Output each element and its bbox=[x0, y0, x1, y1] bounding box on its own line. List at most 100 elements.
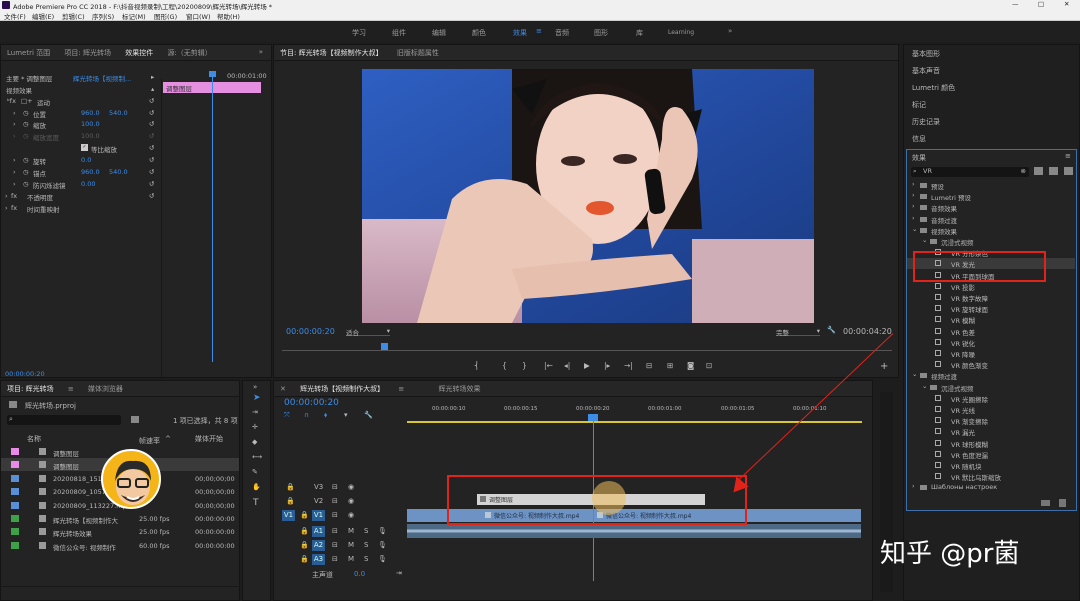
tab-project[interactable]: 项目: 辉光转场 bbox=[1, 381, 60, 396]
expand-icon[interactable]: › bbox=[13, 120, 16, 128]
stopwatch-icon[interactable]: ◷ bbox=[23, 109, 29, 117]
solo-icon[interactable]: S bbox=[364, 541, 368, 549]
chevron-down-icon[interactable]: ⌄ bbox=[912, 370, 917, 378]
chevron-down-icon[interactable]: ⌄ bbox=[912, 225, 917, 233]
razor-icon[interactable]: ◆ bbox=[252, 438, 257, 446]
prop-value[interactable]: 0.0 bbox=[81, 156, 91, 164]
add-marker-icon[interactable]: ⬧ bbox=[324, 411, 327, 420]
tab-effect-controls[interactable]: 效果控件 bbox=[119, 45, 159, 60]
reset-icon[interactable]: ↺ bbox=[149, 168, 154, 176]
mark-out2-icon[interactable]: } bbox=[522, 361, 527, 370]
program-playhead-icon[interactable] bbox=[381, 343, 388, 350]
project-list-item[interactable]: 辉光转场【视频制作大 25.00 fps 00:00:00:00 bbox=[1, 512, 239, 525]
hamburger-icon[interactable]: ≡ bbox=[536, 27, 542, 35]
mark-out-icon[interactable]: { bbox=[502, 361, 507, 370]
wrench-icon[interactable]: 🔧 bbox=[827, 326, 836, 334]
marker-icon[interactable]: ▾ bbox=[344, 411, 348, 419]
sync-lock-icon[interactable]: ⊟ bbox=[332, 541, 338, 549]
track-a1[interactable]: 🔒 A1 ⊟ M S 🎙 bbox=[274, 525, 407, 538]
track-a3[interactable]: 🔒 A3 ⊟ M S 🎙 bbox=[274, 553, 407, 566]
effect-item[interactable]: VR 渐变擦除 bbox=[907, 415, 1075, 426]
clip-sequence-label[interactable]: 辉光转场【视频制... bbox=[73, 73, 131, 83]
timeline-settings-icon[interactable]: 🔧 bbox=[364, 411, 373, 419]
chevron-right-icon[interactable]: › bbox=[912, 191, 915, 199]
expand-icon[interactable]: › bbox=[13, 156, 16, 164]
menu-graphics[interactable]: 图形(G) bbox=[154, 11, 177, 21]
scroll-up-icon[interactable]: ▴ bbox=[151, 85, 154, 93]
tab-program[interactable]: 节目: 辉光转场【视频制作大叔】 bbox=[274, 45, 389, 60]
type-tool-icon[interactable]: T bbox=[253, 498, 259, 508]
menu-window[interactable]: 窗口(W) bbox=[186, 11, 211, 21]
sync-lock-icon[interactable]: ⊟ bbox=[332, 483, 338, 491]
minimize-button[interactable]: — bbox=[1012, 0, 1019, 8]
effect-item[interactable]: VR 随机块 bbox=[907, 460, 1075, 471]
track-lock-icon[interactable]: 🔒 bbox=[300, 541, 309, 549]
label-color-swatch[interactable] bbox=[11, 488, 19, 496]
fit-dropdown[interactable]: 适合 ▾ bbox=[346, 327, 390, 337]
effect-item[interactable]: VR 颜色渐变 bbox=[907, 359, 1075, 370]
lift-icon[interactable]: ⊟ bbox=[646, 361, 652, 370]
effects-search-field[interactable]: ⌕ VR ⊗ bbox=[911, 167, 1029, 177]
mute-icon[interactable]: M bbox=[348, 541, 354, 549]
track-select-icon[interactable]: ⇥ bbox=[252, 408, 258, 416]
effect-folder[interactable]: ⌄ 视频过渡 bbox=[907, 370, 1075, 381]
program-timecode[interactable]: 00:00:00:20 bbox=[286, 327, 335, 336]
workspace-graphics[interactable]: 图形 bbox=[594, 28, 608, 38]
play-icon[interactable]: ▶ bbox=[584, 361, 590, 370]
workspace-color[interactable]: 颜色 bbox=[472, 28, 486, 38]
hand-tool-icon[interactable]: ✋ bbox=[252, 483, 261, 491]
panel-lumetri-color[interactable]: Lumetri 颜色 bbox=[912, 83, 955, 93]
prop-anti-flicker[interactable]: › ◷ 防闪烁滤镜 0.00 ↺ bbox=[1, 178, 161, 190]
panel-markers[interactable]: 标记 bbox=[912, 100, 926, 110]
reset-icon[interactable]: ↺ bbox=[149, 180, 154, 188]
yuv-effects-icon[interactable] bbox=[1064, 167, 1073, 175]
label-color-swatch[interactable] bbox=[11, 474, 19, 482]
track-lock-icon[interactable]: 🔒 bbox=[286, 483, 295, 491]
program-scrub-bar[interactable] bbox=[282, 350, 892, 351]
stopwatch-icon[interactable]: ◷ bbox=[23, 168, 29, 176]
menu-help[interactable]: 帮助(H) bbox=[217, 11, 240, 21]
ripple-edit-icon[interactable]: ✛ bbox=[252, 423, 258, 431]
stopwatch-icon[interactable]: ◷ bbox=[23, 180, 29, 188]
maximize-button[interactable]: □ bbox=[1038, 0, 1044, 8]
panel-info[interactable]: 信息 bbox=[912, 134, 926, 144]
reset-icon[interactable]: ↺ bbox=[149, 144, 154, 152]
eye-icon[interactable]: ◉ bbox=[348, 497, 354, 505]
effect-item[interactable]: VR 光圈擦除 bbox=[907, 393, 1075, 404]
panel-menu-icon[interactable]: ≡ bbox=[62, 382, 80, 396]
effect-item[interactable]: VR 色度泄漏 bbox=[907, 449, 1075, 460]
label-color-swatch[interactable] bbox=[11, 528, 19, 536]
expand-icon[interactable]: › bbox=[13, 180, 16, 188]
col-name-header[interactable]: 名称 bbox=[27, 434, 41, 444]
sync-lock-icon[interactable]: ⊟ bbox=[332, 527, 338, 535]
effect-item[interactable]: VR 投影 bbox=[907, 281, 1075, 292]
workspace-learning[interactable]: Learning bbox=[668, 29, 694, 36]
effect-item[interactable]: VR 降噪 bbox=[907, 348, 1075, 359]
prop-value-x[interactable]: 960.0 bbox=[81, 168, 100, 176]
reset-icon[interactable]: ↺ bbox=[149, 192, 154, 200]
effect-folder[interactable]: › 音频过渡 bbox=[907, 214, 1075, 225]
workspace-libraries[interactable]: 库 bbox=[636, 28, 643, 38]
tab-sequence-effect[interactable]: 辉光转场效果 bbox=[432, 381, 486, 396]
track-v2[interactable]: 🔒 V2 ⊟ ◉ bbox=[274, 495, 407, 508]
workspace-effects[interactable]: 效果 bbox=[513, 28, 527, 38]
time-remap-row[interactable]: › fx 时间重映射 bbox=[1, 202, 161, 214]
linked-select-icon[interactable]: ∩ bbox=[304, 411, 309, 419]
new-bin-icon[interactable] bbox=[131, 416, 139, 423]
program-video-frame[interactable] bbox=[362, 69, 814, 323]
quality-dropdown[interactable]: 完整 ▾ bbox=[776, 327, 820, 337]
label-color-swatch[interactable] bbox=[11, 448, 19, 455]
close-button[interactable]: ✕ bbox=[1064, 0, 1069, 8]
sync-lock-icon[interactable]: ⊟ bbox=[332, 555, 338, 563]
track-master[interactable]: 主声道 0.0 ⇥ bbox=[274, 568, 407, 581]
motion-row[interactable]: ᵇfx □+ 运动 ↺ bbox=[1, 95, 161, 107]
sort-up-icon[interactable]: ^ bbox=[165, 435, 171, 443]
project-search-input[interactable]: ⌕ bbox=[7, 415, 121, 425]
chevron-down-icon[interactable]: ⌄ bbox=[922, 382, 927, 390]
effect-folder[interactable]: ⌄ 沉浸式视频 bbox=[907, 236, 1075, 247]
prop-uniform-scale[interactable]: ✓ 等比缩放 ↺ bbox=[1, 142, 161, 154]
mute-icon[interactable]: M bbox=[348, 555, 354, 563]
go-to-in-icon[interactable]: |← bbox=[544, 361, 553, 370]
menu-marker[interactable]: 标记(M) bbox=[122, 11, 146, 21]
panel-more-icon[interactable]: » bbox=[253, 45, 269, 59]
